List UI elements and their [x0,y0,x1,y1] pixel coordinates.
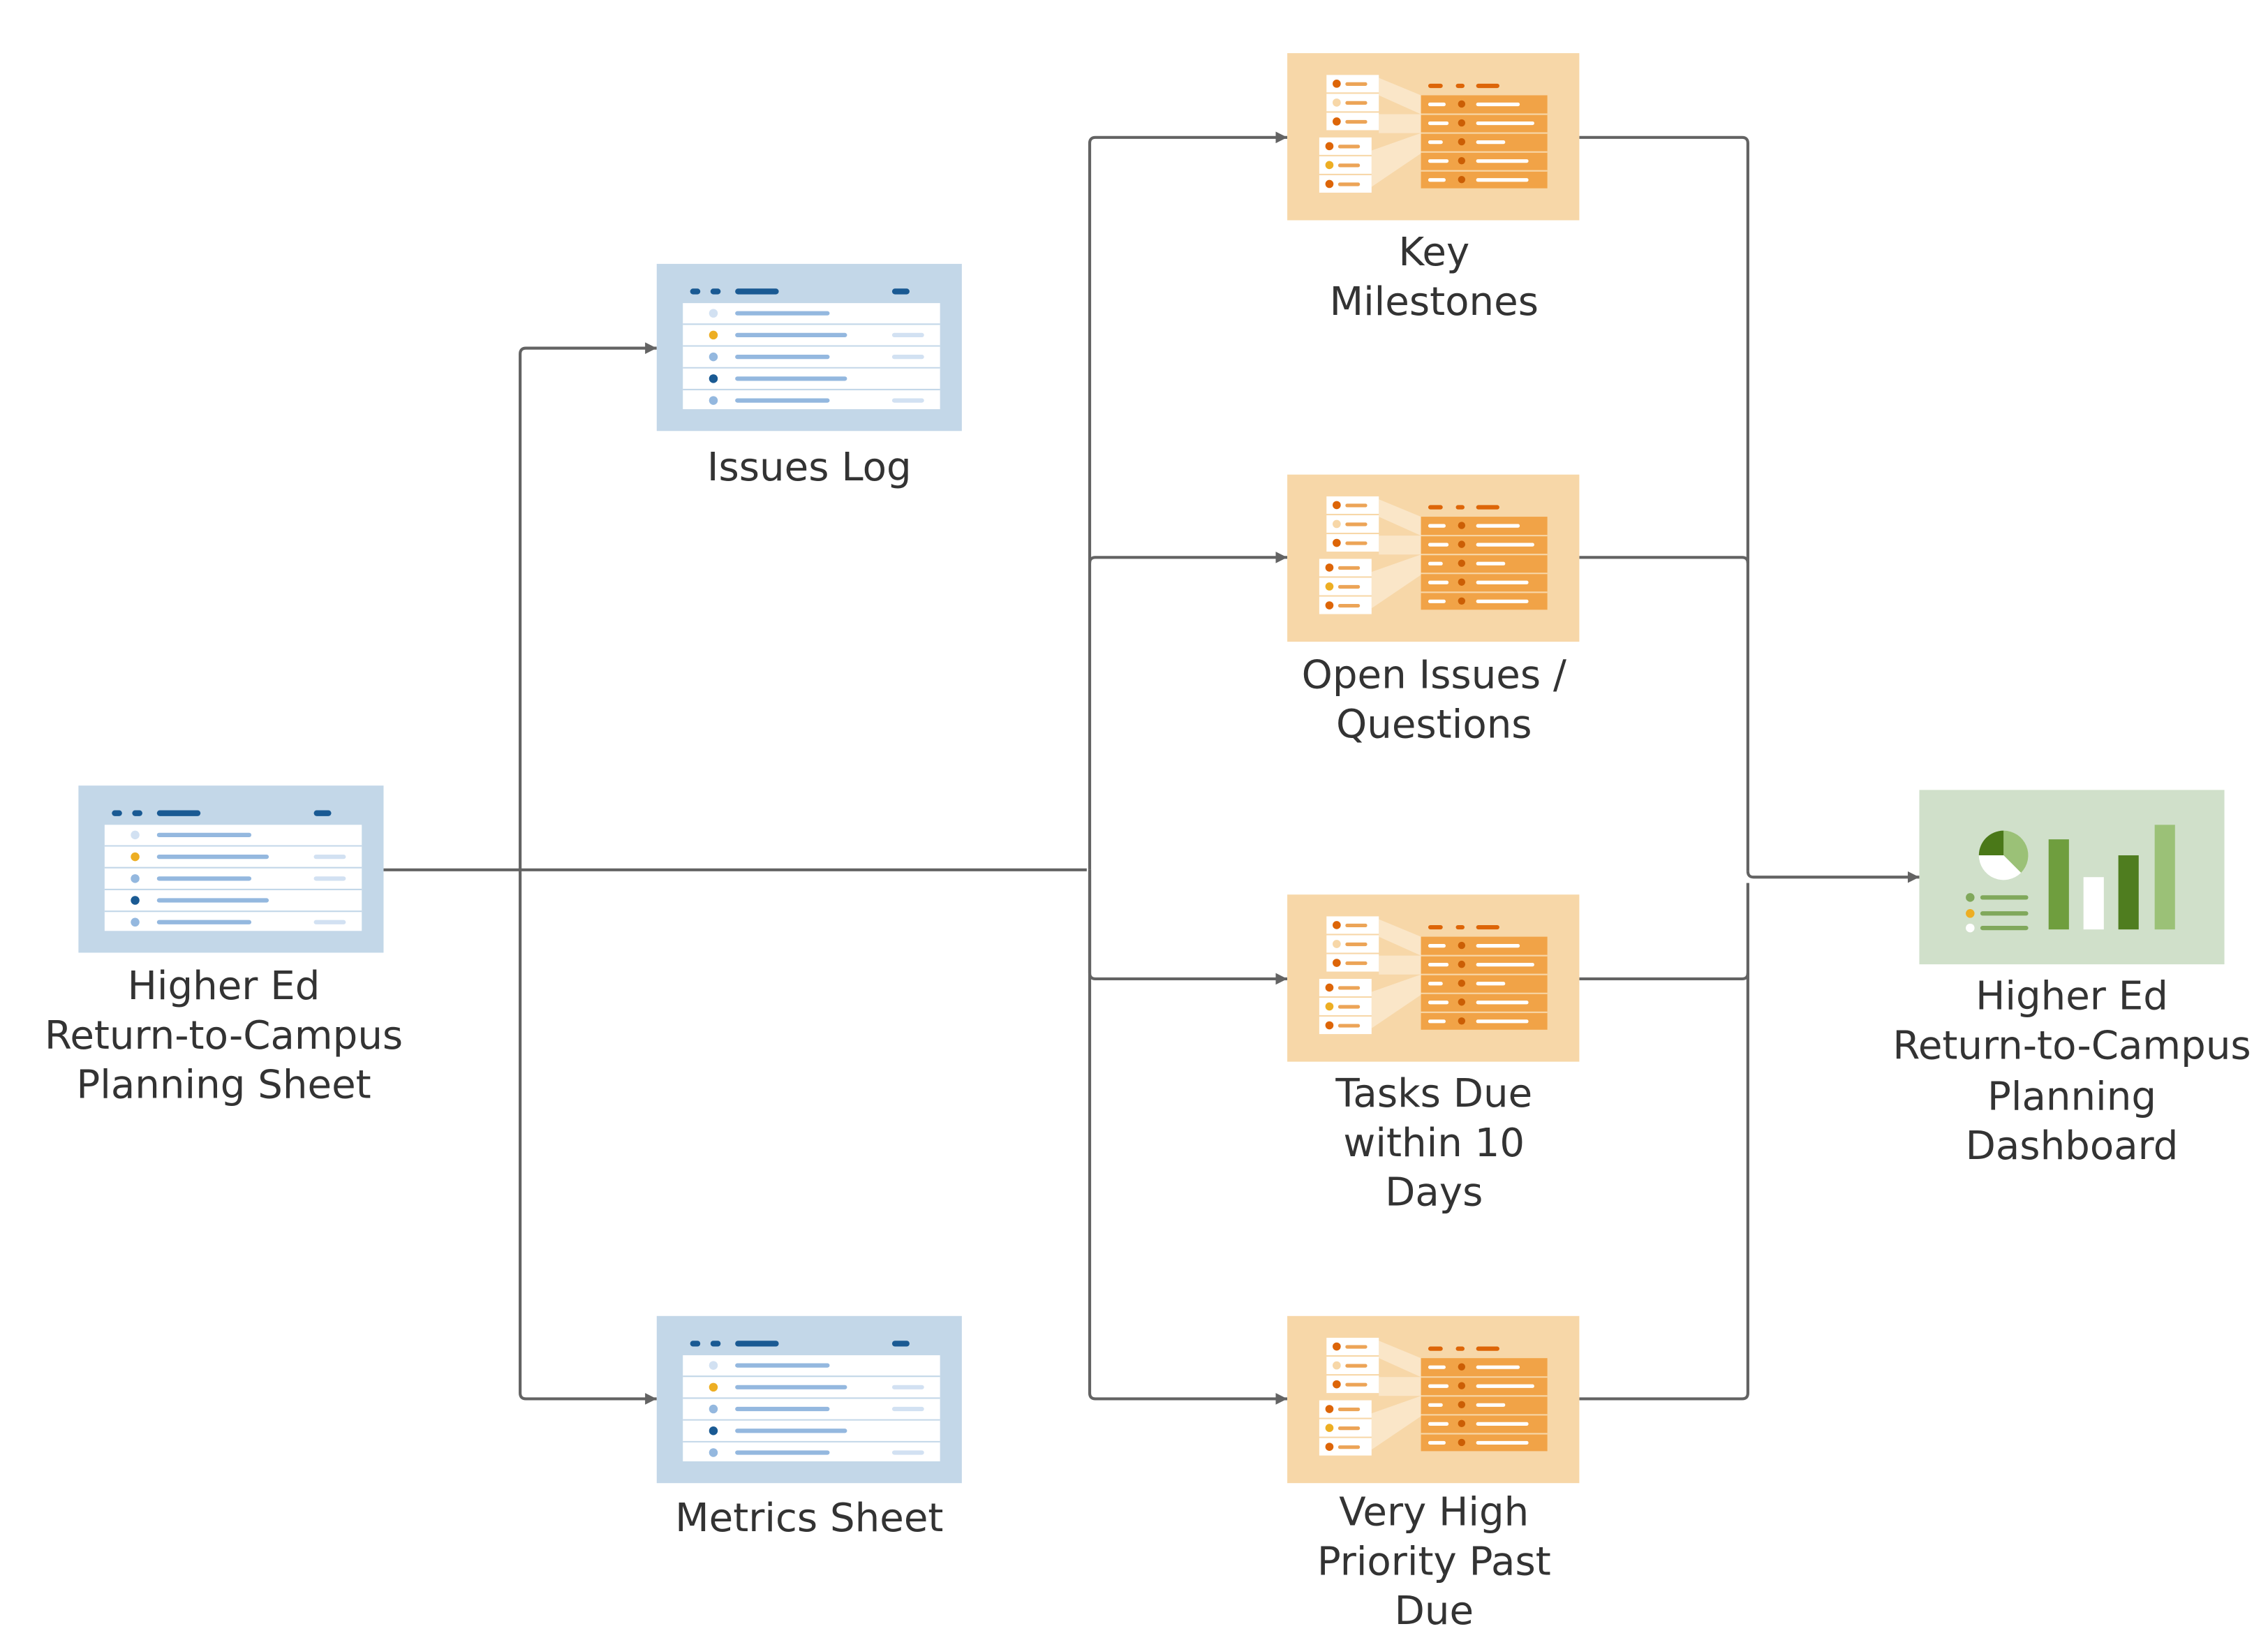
node-label: Key [1398,230,1469,275]
node-label: Metrics Sheet [675,1496,943,1541]
edge-tasks-due-to-bus [1579,973,1749,981]
report-icon [1287,52,1580,221]
node-label: Return-to-Campus [45,1013,403,1058]
node-dashboard[interactable]: Higher Ed Return-to-Campus Planning Dash… [1892,790,2251,1169]
sheet-icon [655,263,963,432]
node-label: Priority Past [1317,1539,1551,1584]
node-source-sheet[interactable]: Higher Ed Return-to-Campus Planning Shee… [45,785,403,1108]
node-label: Issues Log [707,445,912,490]
edge-to-key-milestones [1088,131,1288,870]
node-open-issues[interactable]: Open Issues / Questions [1287,473,1580,748]
edge-bus-to-dashboard [1746,871,1920,883]
node-label: Tasks Due [1335,1071,1532,1116]
node-label: Planning [1987,1074,2156,1119]
node-label: Return-to-Campus [1892,1023,2251,1068]
node-label: within 10 [1343,1121,1525,1166]
node-tasks-due[interactable]: Tasks Due within 10 Days [1287,894,1580,1216]
sheet-icon [655,1315,963,1484]
node-label: Dashboard [1966,1123,2179,1169]
edge-source-to-metrics-sheet [519,869,657,1405]
node-label: Open Issues / [1302,653,1566,698]
node-label: Very High [1339,1490,1529,1535]
edge-to-very-high-priority [1088,869,1288,1405]
sheet-icon [77,785,385,954]
node-label: Days [1385,1170,1483,1216]
node-issues-log[interactable]: Issues Log [655,263,963,490]
dashboard-icon [1919,790,2225,965]
node-label: Higher Ed [1976,974,2168,1019]
node-key-milestones[interactable]: Key Milestones [1287,52,1580,325]
node-label: Higher Ed [128,964,320,1009]
report-icon [1287,894,1580,1063]
node-label: Milestones [1330,279,1539,325]
node-label: Due [1395,1588,1474,1634]
data-flow-diagram: Higher Ed Return-to-Campus Planning Shee… [45,52,2251,1634]
node-metrics-sheet[interactable]: Metrics Sheet [655,1315,963,1541]
node-label: Planning Sheet [76,1063,371,1108]
connectors [383,131,1920,1405]
node-label: Questions [1336,702,1532,747]
edge-source-to-issues-log [519,342,657,870]
edge-to-open-issues [1088,552,1288,563]
report-icon [1287,1315,1580,1484]
edge-to-tasks-due [1088,869,1288,985]
edge-very-high-to-bus [1579,883,1749,1401]
report-icon [1287,473,1580,643]
node-very-high-priority[interactable]: Very High Priority Past Due [1287,1315,1580,1634]
edge-open-issues-to-bus [1579,556,1749,563]
edge-key-milestones-to-bus [1579,135,1749,871]
